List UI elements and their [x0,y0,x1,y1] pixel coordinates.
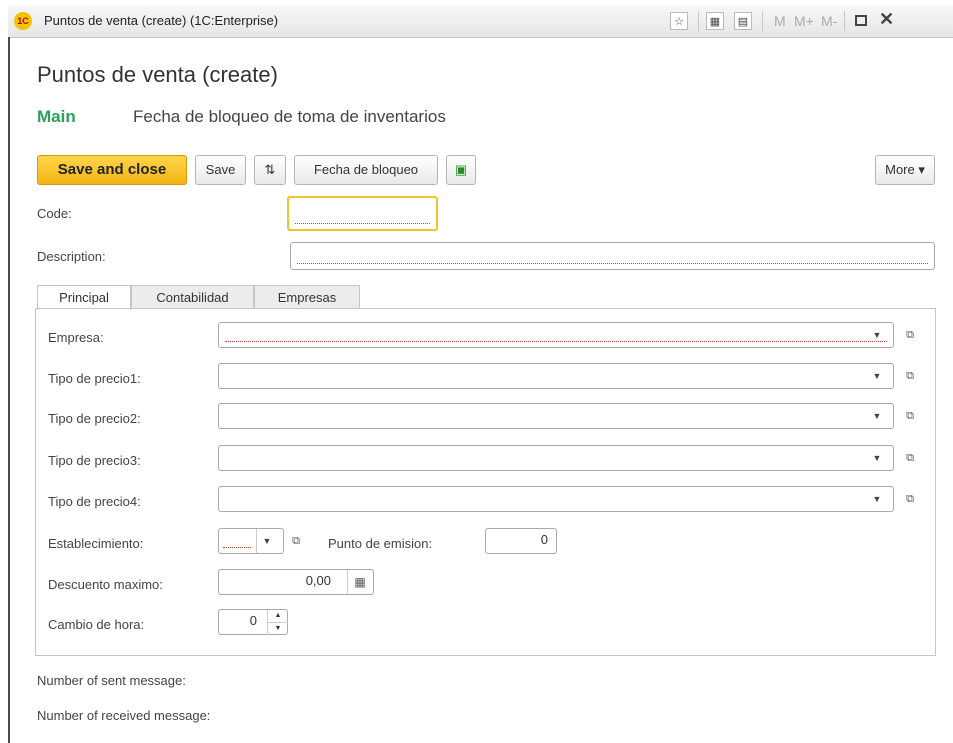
tab-panel [35,308,936,656]
punto-emision-input[interactable]: 0 [485,528,557,554]
page-title: Puntos de venta (create) [37,62,278,87]
nav-main[interactable]: Main [37,107,76,127]
chevron-down-icon[interactable]: ▼ [256,529,277,553]
toolbar-separator [844,11,845,31]
required-marker [297,263,928,264]
memory-mplus-button[interactable]: M+ [794,13,814,29]
tipo-precio1-input[interactable]: ▼ [218,363,894,389]
open-icon[interactable]: ⧉ [899,323,921,347]
description-input[interactable] [290,242,935,270]
required-marker [223,547,251,548]
cambio-hora-label: Cambio de hora: [48,617,145,632]
report-structure-icon[interactable]: ▣ [446,155,476,185]
window-left-border [8,37,10,743]
chevron-down-icon[interactable]: ▼ [867,446,887,470]
window-titlebar: 1C Puntos de venta (create) (1C:Enterpri… [8,5,953,38]
tipo-precio3-input[interactable]: ▼ [218,445,894,471]
maximize-icon[interactable] [855,15,867,26]
fecha-de-bloqueo-button[interactable]: Fecha de bloqueo [294,155,438,185]
window-title: Puntos de venta (create) (1C:Enterprise) [44,13,279,28]
sent-message-label: Number of sent message: [37,673,186,688]
memory-m-button[interactable]: M [774,13,786,29]
calendar-icon[interactable]: ▤ [734,12,752,30]
chevron-down-icon[interactable]: ▼ [867,404,887,428]
more-button[interactable]: More ▾ [875,155,935,185]
establecimiento-input[interactable]: ▼ [218,528,284,554]
tab-contabilidad[interactable]: Contabilidad [131,285,254,309]
save-and-close-button[interactable]: Save and close [37,155,187,185]
tab-principal[interactable]: Principal [37,285,131,310]
descuento-maximo-label: Descuento maximo: [48,577,163,592]
post-document-icon[interactable]: ⇅ [254,155,286,185]
chevron-down-icon[interactable]: ▼ [867,487,887,511]
open-icon[interactable]: ⧉ [899,404,921,428]
open-icon[interactable]: ⧉ [899,487,921,511]
tipo-precio2-input[interactable]: ▼ [218,403,894,429]
description-label: Description: [37,249,106,264]
received-message-label: Number of received message: [37,708,211,723]
open-icon[interactable]: ⧉ [899,446,921,470]
empresa-input[interactable]: ▼ [218,322,894,348]
descuento-maximo-value: 0,00 [305,573,331,588]
tipo-precio1-label: Tipo de precio1: [48,371,141,386]
descuento-maximo-input[interactable]: 0,00 ▦ [218,569,374,595]
cambio-hora-value: 0 [249,613,257,628]
close-icon[interactable]: ✕ [879,9,894,30]
chevron-down-icon[interactable]: ▼ [867,323,887,347]
chevron-down-icon[interactable]: ▼ [867,364,887,388]
stepper-up-icon[interactable]: ▲ [267,610,288,622]
stepper-down-icon[interactable]: ▼ [267,622,288,635]
calculator-icon[interactable]: ▦ [347,570,372,594]
code-label: Code: [37,206,72,221]
cambio-hora-stepper[interactable]: 0 ▲ ▼ [218,609,288,635]
calculator-icon[interactable]: ▦ [706,12,724,30]
tipo-precio3-label: Tipo de precio3: [48,453,141,468]
required-marker [295,223,430,224]
toolbar-separator [698,11,699,31]
code-input[interactable] [287,196,438,231]
establecimiento-label: Establecimiento: [48,536,144,551]
empresa-label: Empresa: [48,330,104,345]
tipo-precio2-label: Tipo de precio2: [48,411,141,426]
tab-empresas[interactable]: Empresas [254,285,360,309]
tipo-precio4-label: Tipo de precio4: [48,494,141,509]
open-icon[interactable]: ⧉ [899,364,921,388]
required-marker [225,341,887,342]
nav-fecha-bloqueo-link[interactable]: Fecha de bloqueo de toma de inventarios [133,107,446,127]
save-button[interactable]: Save [195,155,246,185]
punto-emision-label: Punto de emision: [328,536,433,551]
favorite-star-icon[interactable]: ☆ [670,12,688,30]
toolbar-separator [762,11,763,31]
memory-mminus-button[interactable]: M- [821,13,837,29]
tipo-precio4-input[interactable]: ▼ [218,486,894,512]
open-icon[interactable]: ⧉ [285,529,307,553]
app-logo-icon: 1C [14,12,32,30]
